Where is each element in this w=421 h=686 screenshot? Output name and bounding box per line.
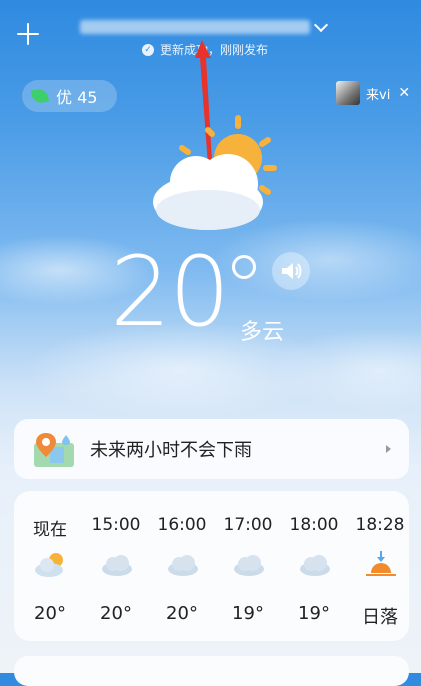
ad-thumbnail <box>336 81 360 105</box>
add-city-button[interactable] <box>14 20 42 48</box>
hour-time: 现在 <box>33 520 67 540</box>
partly-cloudy-icon <box>153 115 277 230</box>
hour-temp: 19° <box>298 603 330 624</box>
map-pin-icon <box>34 433 74 467</box>
hour-time: 15:00 <box>91 515 141 535</box>
location-title[interactable] <box>80 14 340 40</box>
aqi-label: 优 45 <box>56 88 98 107</box>
close-icon[interactable]: ✕ <box>398 85 410 101</box>
sunset-icon <box>366 551 396 576</box>
check-icon: ✓ <box>142 43 154 56</box>
next-card[interactable] <box>14 656 409 686</box>
partly-cloudy-icon <box>35 553 63 577</box>
hour-time: 17:00 <box>223 515 273 535</box>
rain-forecast-card[interactable]: 未来两小时不会下雨 <box>14 419 409 479</box>
hour-time: 18:00 <box>289 515 339 535</box>
speaker-icon <box>282 263 302 279</box>
leaf-icon <box>30 87 50 105</box>
cloud-icon <box>168 555 198 576</box>
ad-label: 来vi <box>366 87 391 103</box>
speaker-button[interactable] <box>272 252 310 290</box>
cloud-icon <box>102 555 132 576</box>
current-condition: 多云 <box>240 320 285 345</box>
hourly-forecast-card[interactable]: 现在 20° 15:00 20° 16:00 20° 17:00 19° 18:… <box>14 491 409 641</box>
hour-time: 18:28 <box>355 515 405 535</box>
aqi-badge[interactable]: 优 45 <box>22 80 117 112</box>
hour-temp: 19° <box>232 603 264 624</box>
degree-symbol <box>232 255 256 279</box>
cloud-icon <box>300 555 330 576</box>
hour-temp: 20° <box>166 603 198 624</box>
hour-temp: 20° <box>34 603 66 624</box>
hour-time: 16:00 <box>157 515 207 535</box>
rain-alert-text: 未来两小时不会下雨 <box>90 440 252 461</box>
ad-chip[interactable]: 来vi ✕ <box>336 80 410 106</box>
hour-temp: 20° <box>100 603 132 624</box>
chevron-right-icon <box>386 445 391 453</box>
hour-temp: 日落 <box>362 607 398 628</box>
cloud-icon <box>234 555 264 576</box>
current-temperature: 20 <box>110 236 230 348</box>
blurred-location-text <box>80 20 310 34</box>
